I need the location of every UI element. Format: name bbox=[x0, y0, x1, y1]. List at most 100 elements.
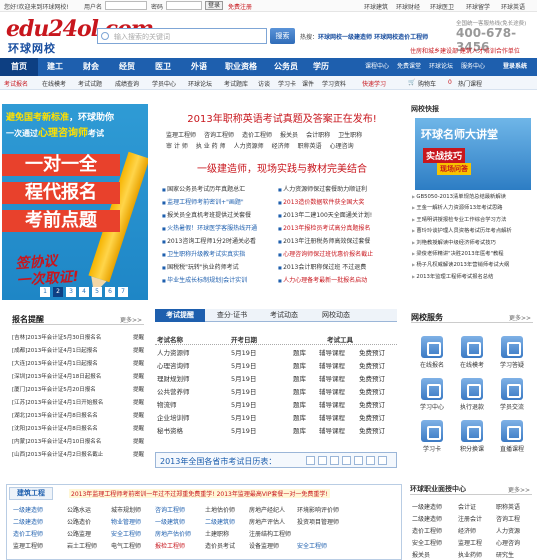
subnav-item-5[interactable]: 环球论坛 bbox=[188, 79, 212, 88]
nav-item-zhiye[interactable]: 职业资格 bbox=[218, 58, 264, 76]
banner-page-1[interactable]: 1 bbox=[40, 287, 50, 297]
cart-icon[interactable]: 🛒 bbox=[408, 79, 415, 86]
tab-exam-reminder[interactable]: 考试提醒 bbox=[155, 309, 205, 322]
list-item[interactable]: [湖北]2013年会计证4月8日报名名 提醒 bbox=[12, 411, 144, 424]
list-item[interactable]: 火热暑假！环球医学客服热线开通 bbox=[162, 223, 278, 236]
service-qa[interactable]: 学习答疑 bbox=[494, 336, 530, 369]
username-input[interactable] bbox=[105, 1, 147, 10]
list-item[interactable]: GB5050-2013清单规范总结最新解读 bbox=[412, 192, 534, 203]
banner-page-4[interactable]: 4 bbox=[79, 287, 89, 297]
hot-search-terms[interactable]: 环球网校一级建造师 环球网校造价工程师 bbox=[318, 34, 428, 41]
subnav-item-9[interactable]: 课件 bbox=[302, 79, 314, 88]
calendar-slot[interactable] bbox=[306, 456, 315, 465]
cart-label[interactable]: 购物车 bbox=[418, 79, 436, 88]
search-button[interactable]: 搜索 bbox=[270, 28, 295, 44]
list-item[interactable]: 2013年监理工程师考试报名总结 bbox=[412, 272, 534, 283]
list-item[interactable]: 卫生职称升级教考试实真实指 bbox=[162, 249, 278, 262]
nav-login-system[interactable]: 登录系统 bbox=[496, 58, 534, 76]
service-online-signup[interactable]: 在线报名 bbox=[414, 336, 450, 369]
list-item[interactable]: 心理咨询师保过班优惠价报名截止 bbox=[278, 249, 394, 262]
subnav-item-4[interactable]: 学员中心 bbox=[152, 79, 176, 88]
list-item[interactable]: 2013造价数据软件获全国大奖 bbox=[278, 197, 394, 210]
top-link-3[interactable]: 环球留学 bbox=[466, 2, 490, 11]
list-item[interactable]: 王晴明讲授报检专业工作综合学习方法 bbox=[412, 215, 534, 226]
list-item[interactable]: [大连]2013年会计证4月1日起报名 提醒 bbox=[12, 359, 144, 372]
list-item[interactable]: 王金一解析人力资源师13年考试思路 bbox=[412, 203, 534, 214]
nav-item-waiyu[interactable]: 外语 bbox=[184, 58, 214, 76]
nav-forum[interactable]: 环球论坛 bbox=[426, 58, 456, 76]
lecture-promo-image[interactable]: 环球名师大讲堂 实战技巧 现场问答 bbox=[415, 118, 531, 190]
subnav-item-6[interactable]: 考试题库 bbox=[224, 79, 248, 88]
register-link[interactable]: 免费注册 bbox=[228, 2, 252, 11]
list-item[interactable]: [厦门]2013年会计证5月20日报名 提醒 bbox=[12, 385, 144, 398]
subnav-quick-learn[interactable]: 快速学习 bbox=[362, 79, 386, 88]
list-item[interactable]: 报关员全真机考班提供过关套餐 bbox=[162, 210, 278, 223]
calendar-slot[interactable] bbox=[318, 456, 327, 465]
service-community[interactable]: 学员交流 bbox=[494, 378, 530, 411]
list-item[interactable]: [内蒙]2013年会计证4月10日报名名 提醒 bbox=[12, 437, 144, 450]
center-headline[interactable]: 2013年职称英语考试真题及答案正在发布! bbox=[166, 110, 398, 125]
calendar-slot[interactable] bbox=[330, 456, 339, 465]
search-input[interactable]: 输入搜索的关键词 bbox=[97, 28, 267, 44]
nav-item-xueli[interactable]: 学历 bbox=[308, 58, 334, 76]
list-item[interactable]: 2013年注册税务师高效保过套餐 bbox=[278, 236, 394, 249]
subnav-item-10[interactable]: 学习资料 bbox=[322, 79, 346, 88]
exam-calendar-strip[interactable]: 2013年全国各省市考试日历表： bbox=[155, 452, 397, 468]
reminders-more-link[interactable]: 更多>> bbox=[120, 315, 142, 324]
nav-item-jiangong[interactable]: 建工 bbox=[40, 58, 70, 76]
top-link-4[interactable]: 环球英语 bbox=[501, 2, 525, 11]
list-item[interactable]: 刘艳教授解读中级经济师考试技巧 bbox=[412, 238, 534, 249]
service-study-center[interactable]: 学习中心 bbox=[414, 378, 450, 411]
tab-exam-news[interactable]: 考试动态 bbox=[259, 309, 309, 322]
subnav-item-1[interactable]: 在线模考 bbox=[42, 79, 66, 88]
service-mock-exam[interactable]: 在线模考 bbox=[454, 336, 490, 369]
top-link-0[interactable]: 环球建筑 bbox=[364, 2, 388, 11]
banner-page-2[interactable]: 2 bbox=[53, 287, 63, 297]
subnav-item-3[interactable]: 成绩查询 bbox=[115, 79, 139, 88]
calendar-slot[interactable] bbox=[378, 456, 387, 465]
service-points[interactable]: 积分换课 bbox=[454, 420, 490, 453]
nav-home[interactable]: 首页 bbox=[0, 58, 38, 76]
center-headline-2[interactable]: 一级建造师，现场实践与教材完美结合 bbox=[166, 160, 398, 175]
promo-banner[interactable]: 避免国考新标准，环球助你 一次通过心理咨询师考试 一对一全 程代报名 考前点题 … bbox=[2, 104, 148, 300]
service-refund[interactable]: 执行退款 bbox=[454, 378, 490, 411]
calendar-slot[interactable] bbox=[366, 456, 375, 465]
calendar-slot[interactable] bbox=[342, 456, 351, 465]
list-item[interactable]: [成都]2013年会计证4月1日起报名 提醒 bbox=[12, 346, 144, 359]
nav-item-jingmao[interactable]: 经贸 bbox=[112, 58, 142, 76]
list-item[interactable]: 梁俊老师精讲"决胜2013年医考"教程 bbox=[412, 249, 534, 260]
nav-item-yiwei[interactable]: 医卫 bbox=[148, 58, 178, 76]
subnav-item-8[interactable]: 学习卡 bbox=[278, 79, 296, 88]
service-study-card[interactable]: 学习卡 bbox=[414, 420, 450, 453]
nav-service[interactable]: 服务中心 bbox=[458, 58, 488, 76]
training-centers-more-link[interactable]: 更多>> bbox=[508, 485, 530, 494]
header-partner-links[interactable]: 住房和城乡建设部 建筑人才培训合作单位 bbox=[410, 46, 520, 55]
list-item[interactable]: 毕业生成长标制规划|会计实训 bbox=[162, 275, 278, 288]
service-live[interactable]: 直播课程 bbox=[494, 420, 530, 453]
list-item[interactable]: 2013会计职称保过班 不过退费 bbox=[278, 262, 394, 275]
top-link-1[interactable]: 环球财经 bbox=[396, 2, 420, 11]
tab-scores[interactable]: 查分·证书 bbox=[207, 309, 257, 322]
top-link-2[interactable]: 环球医卫 bbox=[430, 2, 454, 11]
password-input[interactable] bbox=[166, 1, 202, 10]
banner-page-6[interactable]: 6 bbox=[105, 287, 115, 297]
list-item[interactable]: 杨子凡权威解读2013年营销师考试大纲 bbox=[412, 260, 534, 271]
list-item[interactable]: 国家公务员考试历年真题总汇 bbox=[162, 184, 278, 197]
list-item[interactable]: [吉林]2013年会计证5月30日报名名 提醒 bbox=[12, 333, 144, 346]
list-item[interactable]: 曹玲玲谈护理人员资格考试历年考点解析 bbox=[412, 226, 534, 237]
list-item[interactable]: [沈阳]2013年会计证4月8日报名名 提醒 bbox=[12, 424, 144, 437]
list-item[interactable]: [江苏]2013年会计证4月1日开始报名 提醒 bbox=[12, 398, 144, 411]
list-item[interactable]: 人力心理备考最新一批报名启动 bbox=[278, 275, 394, 288]
list-item[interactable]: [深圳]2013年会计证4月18日起报名 提醒 bbox=[12, 372, 144, 385]
nav-item-caikuai[interactable]: 财会 bbox=[76, 58, 106, 76]
banner-page-5[interactable]: 5 bbox=[92, 287, 102, 297]
nav-item-gongwuyuan[interactable]: 公务员 bbox=[268, 58, 304, 76]
construction-promo[interactable]: 2013年监理工程师考前密训一年过不过郑重免费重学! 2013年监理最高VIP套… bbox=[69, 489, 330, 498]
nav-free-class[interactable]: 免费课堂 bbox=[394, 58, 424, 76]
services-more-link[interactable]: 更多>> bbox=[509, 313, 531, 322]
calendar-slot[interactable] bbox=[354, 456, 363, 465]
subnav-item-7[interactable]: 访谈 bbox=[258, 79, 270, 88]
login-button[interactable]: 登录 bbox=[205, 1, 223, 10]
list-item[interactable]: 国税税"玩转"执业药师考试 bbox=[162, 262, 278, 275]
subnav-item-2[interactable]: 考试试题 bbox=[78, 79, 102, 88]
